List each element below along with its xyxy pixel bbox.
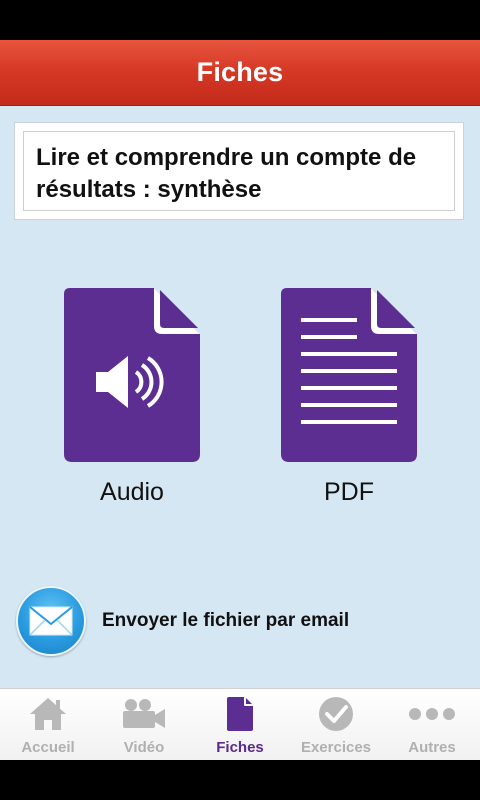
status-bar xyxy=(0,0,480,40)
video-camera-icon xyxy=(121,693,167,735)
bottom-tab-bar: Accueil Vidéo Fiches Exercices Autres xyxy=(0,688,480,760)
sheet-title: Lire et comprendre un compte de résultat… xyxy=(36,144,417,203)
tab-label: Accueil xyxy=(21,739,75,756)
tab-label: Exercices xyxy=(300,739,372,756)
more-dots-icon xyxy=(408,693,456,735)
pdf-document-icon xyxy=(281,288,417,462)
pdf-label: PDF xyxy=(324,478,374,506)
document-icon xyxy=(227,693,253,735)
tab-exercices[interactable]: Exercices xyxy=(288,689,384,760)
tab-label: Fiches xyxy=(216,739,264,756)
page-title: Fiches xyxy=(196,57,284,87)
tab-label: Vidéo xyxy=(123,739,165,756)
main-content: Lire et comprendre un compte de résultat… xyxy=(0,106,480,688)
audio-label: Audio xyxy=(100,478,164,506)
system-nav-bar xyxy=(0,760,480,800)
tab-autres[interactable]: Autres xyxy=(384,689,480,760)
sheet-title-frame: Lire et comprendre un compte de résultat… xyxy=(23,131,455,211)
checkmark-icon xyxy=(318,693,354,735)
title-bar: Fiches xyxy=(0,40,480,106)
audio-document-icon xyxy=(64,288,200,462)
mail-icon xyxy=(29,606,73,636)
send-email-label: Envoyer le fichier par email xyxy=(102,610,350,631)
home-icon xyxy=(28,693,68,735)
tab-fiches[interactable]: Fiches xyxy=(192,689,288,760)
send-email-button[interactable]: Envoyer le fichier par email xyxy=(16,586,456,656)
sheet-title-card: Lire et comprendre un compte de résultat… xyxy=(14,122,464,220)
tab-label: Autres xyxy=(408,739,456,756)
tab-accueil[interactable]: Accueil xyxy=(0,689,96,760)
audio-document-button[interactable]: Audio xyxy=(62,288,202,507)
pdf-document-button[interactable]: PDF xyxy=(279,288,419,507)
mail-button[interactable] xyxy=(16,586,86,656)
tab-video[interactable]: Vidéo xyxy=(96,689,192,760)
